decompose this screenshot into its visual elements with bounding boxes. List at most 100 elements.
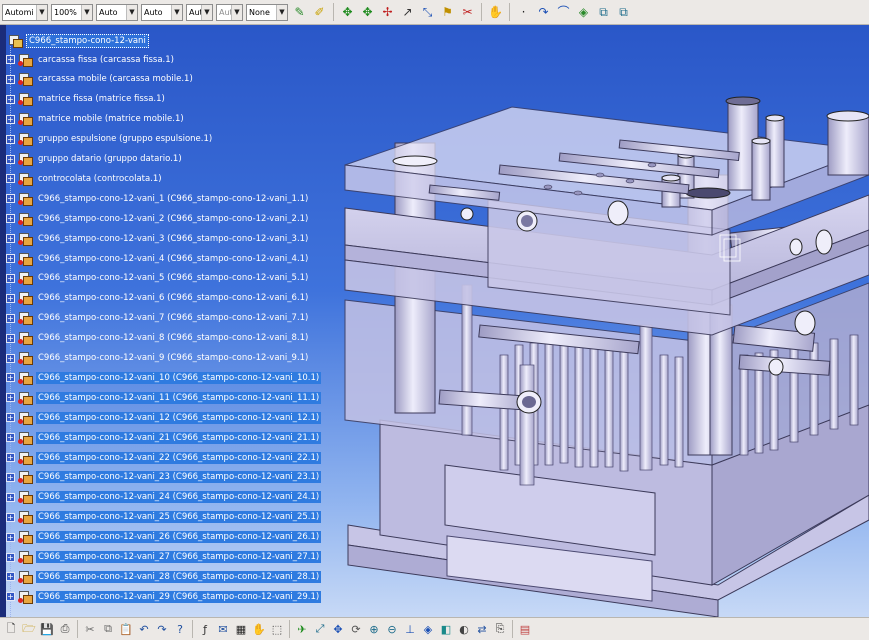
- tree-node[interactable]: + C966_stampo-cono-12-vani_24 (C966_stamp…: [6, 489, 322, 506]
- expand-icon[interactable]: +: [6, 492, 15, 502]
- tree-node[interactable]: + C966_stampo-cono-12-vani_4 (C966_stampo…: [6, 250, 310, 267]
- expand-icon[interactable]: +: [6, 194, 15, 204]
- select-icon[interactable]: ⬚: [269, 620, 285, 638]
- formula-icon[interactable]: ƒ: [197, 620, 213, 638]
- annotation-icon[interactable]: ⚑: [439, 3, 456, 22]
- tree-node[interactable]: + matrice mobile (matrice mobile.1): [6, 111, 186, 128]
- tree-node[interactable]: + C966_stampo-cono-12-vani_26 (C966_stamp…: [6, 529, 322, 546]
- tree-node[interactable]: + C966_stampo-cono-12-vani_29 (C966_stamp…: [6, 588, 322, 605]
- expand-icon[interactable]: +: [6, 114, 15, 124]
- fly-icon[interactable]: ✈: [294, 620, 310, 638]
- zoom-in-icon[interactable]: ⊕: [366, 620, 382, 638]
- expand-icon[interactable]: +: [6, 453, 15, 462]
- measure-icon[interactable]: ⧉: [595, 3, 612, 22]
- cut-icon[interactable]: ✂: [82, 620, 98, 638]
- expand-icon[interactable]: +: [6, 55, 15, 64]
- copy-icon[interactable]: ⧉: [100, 620, 116, 638]
- hide-icon[interactable]: ◐: [456, 620, 472, 638]
- comment-icon[interactable]: ✉: [215, 620, 231, 638]
- table-icon[interactable]: ▤: [517, 620, 533, 638]
- curve-icon[interactable]: ⌒: [555, 3, 572, 22]
- expand-icon[interactable]: +: [6, 333, 15, 343]
- tree-node[interactable]: + carcassa fissa (carcassa fissa.1): [6, 51, 176, 68]
- fit-all-icon[interactable]: ⤢: [312, 620, 328, 638]
- expand-icon[interactable]: +: [6, 273, 15, 283]
- tree-node[interactable]: + C966_stampo-cono-12-vani_5 (C966_stampo…: [6, 270, 310, 287]
- expand-icon[interactable]: +: [6, 472, 15, 482]
- swap-icon[interactable]: ⧉: [615, 3, 632, 22]
- tree-root-node[interactable]: C966_stampo-cono-12-vani: [8, 32, 149, 49]
- tree-node[interactable]: + C966_stampo-cono-12-vani_3 (C966_stampo…: [6, 230, 310, 247]
- tree-node[interactable]: + C966_stampo-cono-12-vani_1 (C966_stampo…: [6, 190, 310, 207]
- tree-node[interactable]: + C966_stampo-cono-12-vani_11 (C966_stamp…: [6, 389, 322, 406]
- redo-icon[interactable]: ↷: [154, 620, 170, 638]
- expand-icon[interactable]: +: [6, 433, 15, 443]
- capture-icon[interactable]: ⎘: [492, 620, 508, 638]
- tree-node[interactable]: + matrice fissa (matrice fissa.1): [6, 91, 167, 108]
- undo-icon[interactable]: ↶: [136, 620, 152, 638]
- print-icon[interactable]: ⎙: [57, 620, 73, 638]
- open-folder-icon[interactable]: 🗁: [21, 620, 37, 638]
- expand-icon[interactable]: +: [6, 74, 15, 84]
- render-combo[interactable]: None ▼: [246, 3, 288, 21]
- rotate-view-icon[interactable]: ⟳: [348, 620, 364, 638]
- expand-icon[interactable]: +: [6, 413, 15, 423]
- dimension-icon[interactable]: ⤡: [419, 3, 436, 22]
- pan-icon[interactable]: ✥: [339, 3, 356, 22]
- zoom-out-icon[interactable]: ⊖: [384, 620, 400, 638]
- tree-node[interactable]: + carcassa mobile (carcassa mobile.1): [6, 71, 195, 88]
- expand-icon[interactable]: +: [6, 234, 15, 244]
- rotate-icon[interactable]: ✥: [359, 3, 376, 22]
- shading-icon[interactable]: ◧: [438, 620, 454, 638]
- paste-icon[interactable]: 📋: [118, 620, 134, 638]
- hide-show-icon[interactable]: ✂: [459, 3, 476, 22]
- normal-view-icon[interactable]: ⊥: [402, 620, 418, 638]
- expand-icon[interactable]: +: [6, 373, 15, 383]
- expand-icon[interactable]: +: [6, 134, 15, 144]
- pan-view-icon[interactable]: ✥: [330, 620, 346, 638]
- line-type-combo[interactable]: Automi ▼: [2, 3, 48, 21]
- expand-icon[interactable]: +: [6, 552, 15, 562]
- tree-node[interactable]: + C966_stampo-cono-12-vani_23 (C966_stamp…: [6, 469, 322, 486]
- swap-space-icon[interactable]: ⇄: [474, 620, 490, 638]
- expand-icon[interactable]: +: [6, 353, 15, 363]
- 3d-viewport[interactable]: C966_stampo-cono-12-vani + carcassa fissa…: [0, 25, 869, 617]
- expand-icon[interactable]: +: [6, 174, 15, 184]
- sketch-icon[interactable]: ↗: [399, 3, 416, 22]
- expand-icon[interactable]: +: [6, 94, 15, 104]
- expand-icon[interactable]: +: [6, 592, 15, 602]
- hand-icon[interactable]: ✋: [251, 620, 267, 638]
- zoom-combo[interactable]: 100% ▼: [51, 3, 93, 21]
- eraser-icon[interactable]: ✐: [311, 3, 328, 22]
- thickness-combo[interactable]: Auto ▼: [96, 3, 138, 21]
- tree-node[interactable]: + C966_stampo-cono-12-vani_2 (C966_stampo…: [6, 210, 310, 227]
- tree-node[interactable]: + gruppo espulsione (gruppo espulsione.1): [6, 131, 214, 148]
- layer-combo[interactable]: Aut ▼: [186, 3, 213, 21]
- manipulate-icon[interactable]: ✋: [487, 3, 504, 22]
- expand-icon[interactable]: +: [6, 532, 15, 542]
- tree-node[interactable]: + gruppo datario (gruppo datario.1): [6, 151, 184, 168]
- tree-node[interactable]: + C966_stampo-cono-12-vani_10 (C966_stamp…: [6, 369, 322, 386]
- expand-icon[interactable]: +: [6, 393, 15, 403]
- grid-icon[interactable]: ▦: [233, 620, 249, 638]
- tree-node[interactable]: + controcolata (controcolata.1): [6, 170, 164, 187]
- tree-node[interactable]: + C966_stampo-cono-12-vani_22 (C966_stamp…: [6, 449, 322, 466]
- expand-icon[interactable]: +: [6, 313, 15, 323]
- tree-node[interactable]: + C966_stampo-cono-12-vani_21 (C966_stamp…: [6, 429, 322, 446]
- tree-node[interactable]: + C966_stampo-cono-12-vani_25 (C966_stamp…: [6, 509, 322, 526]
- new-file-icon[interactable]: 🗋: [3, 620, 19, 638]
- snap-icon[interactable]: ✢: [379, 3, 396, 22]
- surface-icon[interactable]: ◈: [575, 3, 592, 22]
- paint-brush-icon[interactable]: ✎: [291, 3, 308, 22]
- tree-node[interactable]: + C966_stampo-cono-12-vani_6 (C966_stampo…: [6, 290, 310, 307]
- tree-node[interactable]: + C966_stampo-cono-12-vani_27 (C966_stamp…: [6, 549, 322, 566]
- tree-node[interactable]: + C966_stampo-cono-12-vani_7 (C966_stampo…: [6, 310, 310, 327]
- save-icon[interactable]: 💾: [39, 620, 55, 638]
- expand-icon[interactable]: +: [6, 572, 15, 582]
- tree-node[interactable]: + C966_stampo-cono-12-vani_9 (C966_stampo…: [6, 350, 310, 367]
- whats-this-icon[interactable]: ?: [172, 620, 188, 638]
- tree-node[interactable]: + C966_stampo-cono-12-vani_28 (C966_stamp…: [6, 568, 322, 585]
- style-combo[interactable]: Auto ▼: [141, 3, 183, 21]
- expand-icon[interactable]: +: [6, 293, 15, 303]
- iso-view-icon[interactable]: ◈: [420, 620, 436, 638]
